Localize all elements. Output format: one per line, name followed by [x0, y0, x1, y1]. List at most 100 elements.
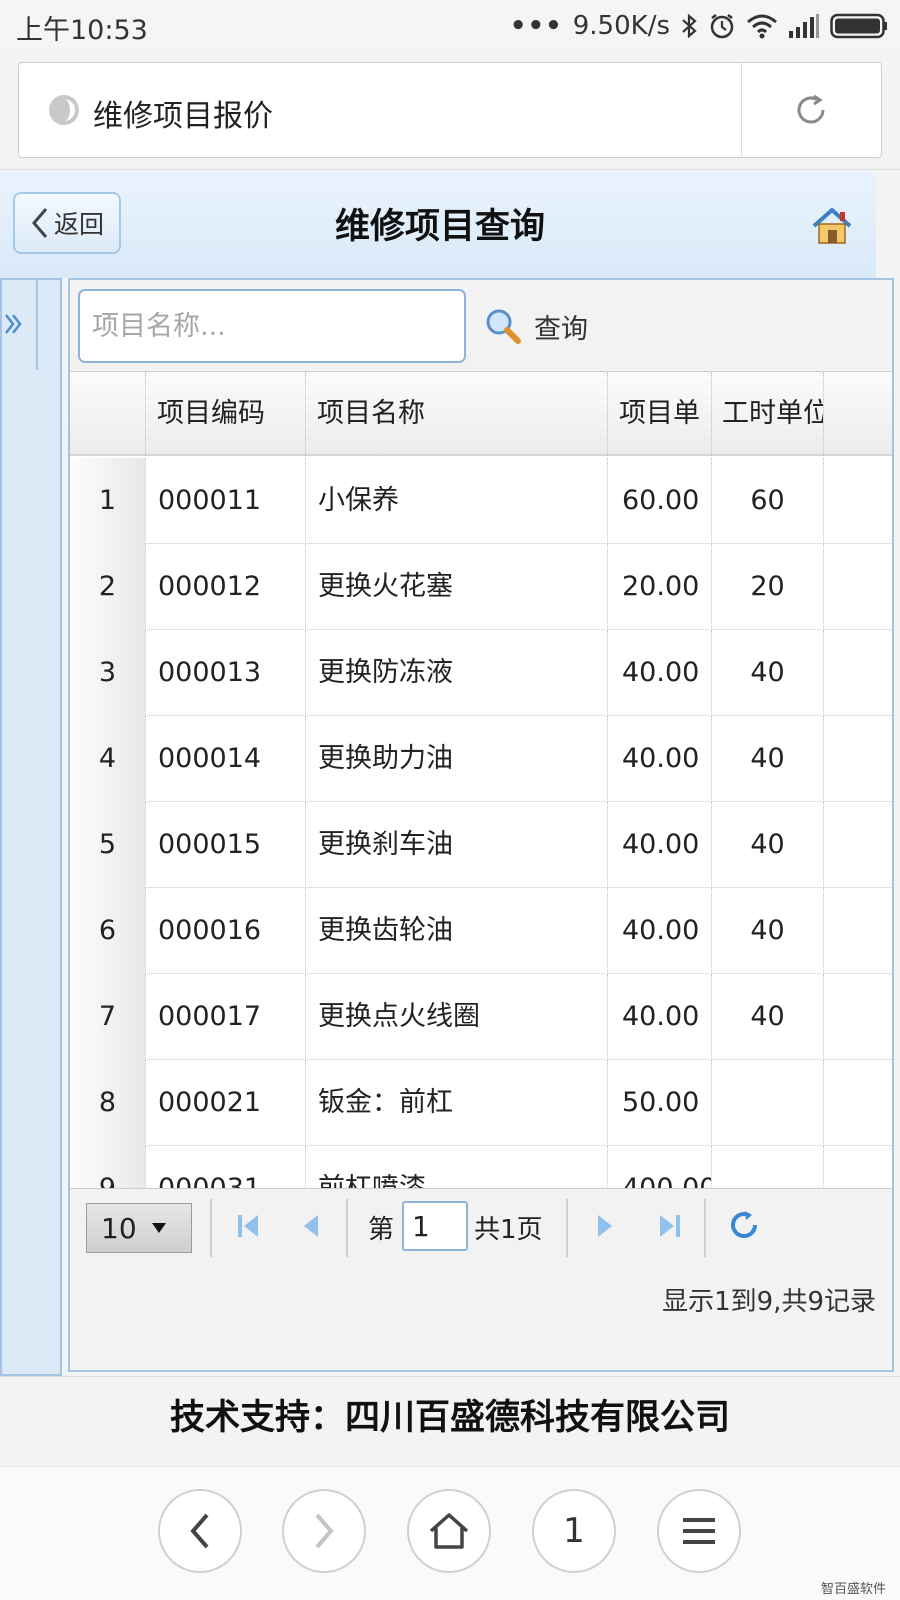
app-header: 返回 维修项目查询 — [0, 170, 876, 278]
reload-button[interactable] — [741, 63, 881, 157]
row-number: 7 — [70, 974, 146, 1060]
nav-home-icon — [429, 1513, 469, 1549]
signal-icon — [789, 14, 819, 38]
back-chevron-icon — [32, 208, 48, 238]
cell-code: 000012 — [146, 544, 306, 630]
cell-code: 000021 — [146, 1060, 306, 1146]
data-grid: 项目编码 项目名称 项目单 工时单位 1 000011 小保养 60.00 60… — [70, 372, 892, 1188]
refresh-icon[interactable] — [728, 1209, 760, 1241]
divider — [210, 1199, 212, 1257]
cell-hours — [712, 1060, 824, 1146]
cell-name: 小保养 — [306, 458, 608, 544]
nav-home-button[interactable] — [407, 1489, 491, 1573]
page-total: 共1页 — [474, 1215, 543, 1245]
status-time: 上午10:53 — [16, 15, 148, 46]
browser-bottom-nav: 1 — [0, 1466, 900, 1600]
record-info: 显示1到9,共9记录 — [662, 1287, 876, 1317]
cell-code: 000011 — [146, 458, 306, 544]
footer: 技术支持：四川百盛德科技有限公司 — [0, 1376, 900, 1466]
cell-hours: 20 — [712, 544, 824, 630]
table-row[interactable]: 8 000021 钣金：前杠 50.00 — [70, 1060, 892, 1146]
search-button[interactable]: 查询 — [484, 304, 588, 348]
menu-button[interactable] — [657, 1489, 741, 1573]
next-page-icon[interactable] — [594, 1211, 616, 1241]
row-number: 9 — [70, 1146, 146, 1188]
grid-panel: 查询 项目编码 项目名称 项目单 工时单位 1 000011 小保养 60.00… — [68, 278, 894, 1372]
reload-icon — [797, 94, 825, 124]
table-row[interactable]: 3 000013 更换防冻液 40.00 40 — [70, 630, 892, 716]
watermark: 智百盛软件 — [820, 1582, 886, 1597]
cell-hours: 40 — [712, 888, 824, 974]
tabs-button[interactable]: 1 — [532, 1489, 616, 1573]
table-row[interactable]: 9 000031 前杠喷漆 400.00 — [70, 1146, 892, 1188]
header-hours[interactable]: 工时单位 — [712, 372, 824, 456]
divider — [704, 1199, 706, 1257]
status-icons: ••• 9.50K/s — [510, 8, 888, 44]
nav-back-button[interactable] — [158, 1489, 242, 1573]
tab-count: 1 — [563, 1511, 585, 1551]
cell-hours: 40 — [712, 974, 824, 1060]
page-label: 第 — [368, 1215, 395, 1245]
cell-hours: 40 — [712, 802, 824, 888]
cell-price: 40.00 — [608, 888, 712, 974]
tech-support-text: 技术支持：四川百盛德科技有限公司 — [169, 1398, 730, 1438]
row-number: 1 — [70, 458, 146, 544]
cell-name: 更换防冻液 — [306, 630, 608, 716]
back-button[interactable]: 返回 — [13, 192, 121, 254]
page-size-select[interactable]: 10 — [86, 1203, 192, 1253]
table-row[interactable]: 2 000012 更换火花塞 20.00 20 — [70, 544, 892, 630]
nav-back-icon — [190, 1513, 209, 1549]
header-price[interactable]: 项目单 — [608, 372, 712, 456]
row-number: 5 — [70, 802, 146, 888]
address-bar: 维修项目报价 — [0, 52, 900, 170]
row-number: 2 — [70, 544, 146, 630]
header-code[interactable]: 项目编码 — [146, 372, 306, 456]
url-box[interactable]: 维修项目报价 — [18, 62, 882, 158]
cell-name: 更换齿轮油 — [306, 888, 608, 974]
cell-hours: 40 — [712, 630, 824, 716]
row-number: 4 — [70, 716, 146, 802]
cell-name: 更换点火线圈 — [306, 974, 608, 1060]
row-number: 6 — [70, 888, 146, 974]
app-title: 维修项目查询 — [334, 207, 545, 247]
expand-icon[interactable] — [4, 304, 22, 344]
search-input[interactable] — [78, 289, 466, 363]
cell-name: 更换刹车油 — [306, 802, 608, 888]
row-number: 3 — [70, 630, 146, 716]
prev-page-icon[interactable] — [300, 1211, 322, 1241]
first-page-icon[interactable] — [236, 1211, 262, 1241]
collapsed-side-panel[interactable] — [0, 278, 62, 1376]
table-row[interactable]: 6 000016 更换齿轮油 40.00 40 — [70, 888, 892, 974]
cell-code: 000031 — [146, 1146, 306, 1188]
row-number: 8 — [70, 1060, 146, 1146]
cell-name: 更换助力油 — [306, 716, 608, 802]
back-label: 返回 — [53, 210, 104, 239]
header-name[interactable]: 项目名称 — [306, 372, 608, 456]
table-row[interactable]: 4 000014 更换助力油 40.00 40 — [70, 716, 892, 802]
nav-forward-button[interactable] — [282, 1489, 366, 1573]
page-size-value: 10 — [101, 1211, 137, 1245]
divider — [566, 1199, 568, 1257]
last-page-icon[interactable] — [656, 1211, 682, 1241]
cell-code: 000014 — [146, 716, 306, 802]
cell-price: 400.00 — [608, 1146, 712, 1188]
home-icon[interactable] — [810, 206, 854, 246]
page-title: 维修项目报价 — [93, 99, 273, 134]
table-row[interactable]: 5 000015 更换刹车油 40.00 40 — [70, 802, 892, 888]
pagination-bar: 10 第 共1页 显示1到9,共9记录 — [70, 1188, 892, 1370]
divider — [346, 1199, 348, 1257]
menu-icon — [683, 1518, 715, 1544]
grid-header: 项目编码 项目名称 项目单 工时单位 — [70, 372, 892, 456]
cell-price: 50.00 — [608, 1060, 712, 1146]
cell-hours: 60 — [712, 458, 824, 544]
cell-price: 40.00 — [608, 716, 712, 802]
cell-hours: 40 — [712, 716, 824, 802]
battery-icon — [830, 13, 887, 39]
page-number-input[interactable] — [402, 1201, 468, 1251]
wifi-icon — [747, 14, 777, 39]
table-row[interactable]: 7 000017 更换点火线圈 40.00 40 — [70, 974, 892, 1060]
network-speed: 9.50K/s — [572, 11, 670, 41]
cell-code: 000016 — [146, 888, 306, 974]
bluetooth-icon — [682, 13, 697, 39]
table-row[interactable]: 1 000011 小保养 60.00 60 — [70, 458, 892, 544]
